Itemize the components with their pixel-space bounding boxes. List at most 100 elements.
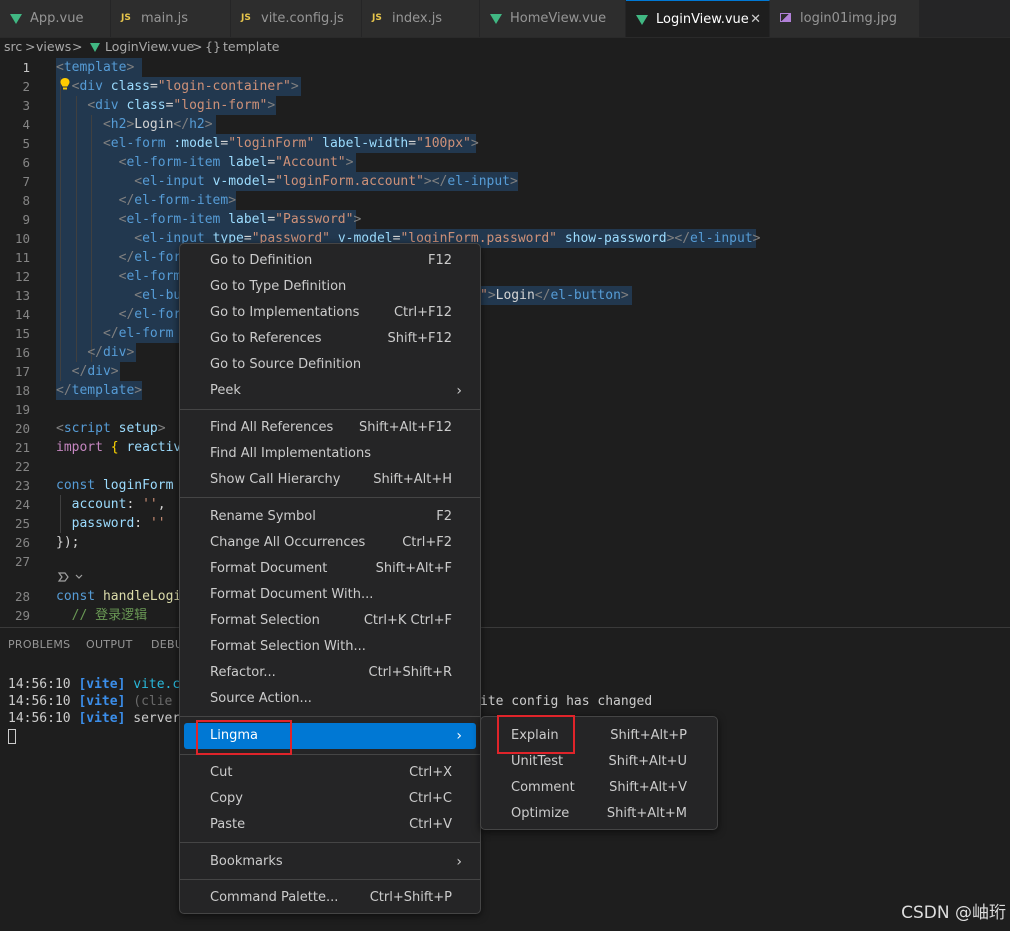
line-number: 24 (14, 497, 30, 512)
terminal-line: 14:56:10 [vite] vite.c (8, 677, 181, 692)
menu-item-copy[interactable]: Copy Ctrl+C (184, 786, 476, 812)
code-line: </template> (56, 383, 143, 398)
menu-item-find-all-implementations[interactable]: Find All Implementations (184, 441, 476, 467)
menu-item-source-action[interactable]: Source Action... (184, 686, 476, 712)
tab-app-vue[interactable]: App.vue (0, 0, 111, 37)
line-number: 28 (14, 589, 30, 604)
code-line: </el-form-item> (118, 193, 237, 208)
menu-separator (180, 842, 480, 843)
vue-file-icon (10, 0, 22, 37)
image-file-icon (780, 0, 791, 37)
code-line-tail: ">Login</el-button> (480, 288, 629, 303)
highlight-box-lingma (196, 720, 292, 755)
submenu-item-comment[interactable]: Comment Shift+Alt+V (485, 775, 713, 801)
line-number: 16 (14, 345, 30, 360)
menu-item-format-selection-with[interactable]: Format Selection With... (184, 634, 476, 660)
line-number: 22 (14, 459, 30, 474)
line-number: 15 (14, 326, 30, 341)
line-number: 13 (14, 288, 30, 303)
chevron-right-icon: › (456, 728, 462, 744)
line-number: 29 (14, 608, 30, 623)
code-line: </el-form (102, 326, 174, 341)
code-line: account: '', (71, 497, 166, 512)
menu-item-cut[interactable]: Cut Ctrl+X (184, 760, 476, 786)
vue-file-icon (490, 0, 502, 37)
tab-loginview-vue[interactable]: LoginView.vue ✕ (626, 0, 770, 37)
code-line: </div> (71, 364, 119, 379)
code-line: }); (56, 535, 80, 550)
line-number: 7 (22, 174, 30, 189)
tab-main-js[interactable]: JS main.js (111, 0, 231, 37)
code-line: <template> (56, 60, 135, 75)
menu-item-change-all-occurrences[interactable]: Change All Occurrences Ctrl+F2 (184, 530, 476, 556)
breadcrumb-symbol[interactable]: template (223, 37, 279, 57)
line-number: 8 (22, 193, 30, 208)
menu-item-peek[interactable]: Peek › (184, 378, 476, 404)
line-number: 19 (14, 402, 30, 417)
context-menu: Go to Definition F12 Go to Type Definitio… (179, 243, 481, 914)
tab-problems[interactable]: PROBLEMS (8, 638, 70, 651)
breadcrumb-file[interactable]: LoginView.vue (105, 37, 194, 57)
menu-separator (180, 497, 480, 498)
code-line: <el-form-item label="Password"> (118, 212, 362, 227)
menu-item-go-to-type-definition[interactable]: Go to Type Definition (184, 274, 476, 300)
menu-item-go-to-implementations[interactable]: Go to Implementations Ctrl+F12 (184, 300, 476, 326)
chevron-right-icon: > (72, 39, 83, 54)
code-line: </div> (87, 345, 135, 360)
tab-label: login01img.jpg (800, 11, 897, 26)
submenu-item-optimize[interactable]: Optimize Shift+Alt+M (485, 801, 713, 827)
js-file-icon: JS (241, 13, 251, 23)
tab-label: main.js (141, 11, 188, 26)
menu-item-refactor[interactable]: Refactor... Ctrl+Shift+R (184, 660, 476, 686)
line-number: 20 (14, 421, 30, 436)
code-line: <el-form :model="loginForm" label-width=… (102, 136, 479, 151)
tab-homeview-vue[interactable]: HomeView.vue (480, 0, 626, 37)
highlight-box-explain (497, 715, 575, 754)
menu-item-go-to-references[interactable]: Go to References Shift+F12 (184, 326, 476, 352)
code-line: </el-for (118, 307, 182, 322)
tab-label: index.js (392, 11, 443, 26)
code-line: <script setup> (56, 421, 166, 436)
line-number: 4 (22, 117, 30, 132)
tab-label: App.vue (30, 11, 84, 26)
tab-output[interactable]: OUTPUT (86, 638, 133, 651)
menu-item-format-document[interactable]: Format Document Shift+Alt+F (184, 556, 476, 582)
close-icon[interactable]: ✕ (750, 1, 761, 37)
tab-vite-config-js[interactable]: JS vite.config.js (231, 0, 362, 37)
breadcrumb: src > views > LoginView.vue > {} templat… (0, 37, 1010, 57)
lightbulb-icon[interactable] (59, 77, 71, 91)
line-number: 14 (14, 307, 30, 322)
line-number: 9 (22, 212, 30, 227)
line-number: 1 (22, 60, 30, 75)
menu-item-go-to-definition[interactable]: Go to Definition F12 (184, 248, 476, 274)
vue-file-icon (636, 1, 648, 37)
line-number: 11 (14, 250, 30, 265)
watermark: CSDN @岫珩 (901, 903, 1006, 923)
menu-item-command-palette[interactable]: Command Palette... Ctrl+Shift+P (184, 885, 476, 911)
menu-item-rename-symbol[interactable]: Rename Symbol F2 (184, 504, 476, 530)
breadcrumb-views[interactable]: views (36, 37, 71, 57)
chevron-right-icon: › (456, 383, 462, 399)
codelens-icon[interactable] (56, 570, 86, 584)
menu-item-bookmarks[interactable]: Bookmarks › (184, 849, 476, 875)
menu-item-show-call-hierarchy[interactable]: Show Call Hierarchy Shift+Alt+H (184, 467, 476, 493)
menu-item-format-document-with[interactable]: Format Document With... (184, 582, 476, 608)
tab-login01img-jpg[interactable]: login01img.jpg (770, 0, 920, 37)
line-number: 23 (14, 478, 30, 493)
line-number: 18 (14, 383, 30, 398)
menu-item-format-selection[interactable]: Format Selection Ctrl+K Ctrl+F (184, 608, 476, 634)
js-file-icon: JS (121, 13, 131, 23)
menu-item-paste[interactable]: Paste Ctrl+V (184, 812, 476, 838)
menu-item-go-to-source-definition[interactable]: Go to Source Definition (184, 352, 476, 378)
menu-separator (180, 879, 480, 880)
chevron-right-icon: > (25, 39, 36, 54)
tab-index-js[interactable]: JS index.js (362, 0, 480, 37)
terminal-cursor (8, 729, 16, 744)
menu-item-find-all-references[interactable]: Find All References Shift+Alt+F12 (184, 415, 476, 441)
code-line: <div class="login-container"> (71, 79, 299, 94)
code-line: const handleLogi (56, 589, 182, 604)
line-number: 17 (14, 364, 30, 379)
code-editor[interactable]: 1 2 3 4 5 6 7 8 9 10 11 12 13 14 15 16 1… (0, 57, 1010, 627)
line-number: 3 (22, 98, 30, 113)
breadcrumb-src[interactable]: src (4, 37, 22, 57)
